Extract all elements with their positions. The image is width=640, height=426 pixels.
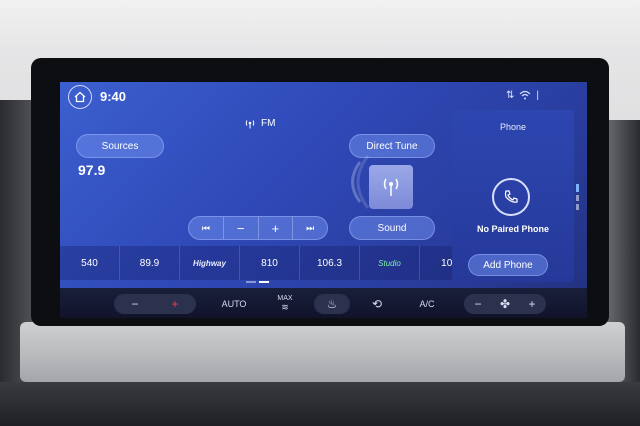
phone-panel: Phone No Paired Phone Add Phone — [452, 110, 574, 282]
sources-button[interactable]: Sources — [76, 134, 164, 158]
status-bar: 9:40 ⇅ | — [60, 82, 587, 112]
band-indicator: FM — [245, 118, 275, 129]
heated-seat-icon: ♨ — [326, 297, 338, 311]
preset-page-indicator — [246, 281, 269, 283]
recirculation-button[interactable]: ⟲ — [362, 294, 392, 314]
ac-button[interactable]: A/C — [412, 294, 442, 314]
max-defrost-button[interactable]: MAX ≋ — [270, 294, 300, 314]
dashboard-trim — [20, 322, 625, 382]
fan-down-button[interactable]: − — [465, 297, 491, 311]
antenna-icon — [383, 178, 399, 196]
panel-scroll-indicator[interactable] — [576, 184, 580, 214]
seek-back-button[interactable]: ⏮ — [189, 217, 224, 239]
driver-temp-control: − + — [114, 294, 196, 314]
home-button[interactable] — [68, 85, 92, 109]
tuner-controls: ⏮ − + ⏭ — [188, 216, 328, 240]
add-phone-button[interactable]: Add Phone — [468, 254, 548, 276]
broadcast-icon — [245, 119, 255, 128]
heated-seat-button[interactable]: ♨ — [314, 294, 350, 314]
dashboard-top — [0, 0, 640, 60]
defrost-icon: ≋ — [281, 302, 289, 312]
driver-temp-up-button[interactable]: + — [155, 297, 195, 311]
signal-icon: ⇅ — [506, 90, 515, 101]
station-frequency: 97.9 — [78, 162, 106, 178]
wifi-icon — [519, 90, 531, 100]
phone-button[interactable] — [492, 178, 530, 216]
fan-speed-control: − ✤ + — [464, 294, 546, 314]
fan-up-button[interactable]: + — [519, 297, 545, 311]
tune-up-button[interactable]: + — [259, 217, 294, 239]
preset-2[interactable]: 89.9 — [120, 246, 180, 280]
auto-climate-button[interactable]: AUTO — [216, 294, 252, 314]
preset-3-logo[interactable]: Highway — [180, 246, 240, 280]
band-label: FM — [261, 118, 276, 129]
climate-bar: − + AUTO MAX ≋ ♨ ⟲ A/C − ✤ + — [60, 288, 587, 318]
status-divider: | — [536, 90, 539, 101]
preset-1[interactable]: 540 — [60, 246, 120, 280]
tune-down-button[interactable]: − — [224, 217, 259, 239]
page-dot-active — [259, 281, 269, 283]
page-dot — [246, 281, 256, 283]
seek-back-icon: ⏮ — [201, 222, 210, 233]
status-icons: ⇅ | — [506, 90, 539, 101]
phone-status: No Paired Phone — [476, 224, 549, 234]
dashboard-bottom — [0, 382, 640, 426]
recirculation-icon: ⟲ — [371, 297, 383, 311]
home-icon — [74, 91, 86, 103]
preset-6-logo[interactable]: Studio — [360, 246, 420, 280]
preset-bar: 540 89.9 Highway 810 106.3 Studio 108 — [60, 246, 480, 280]
clock: 9:40 — [100, 89, 127, 104]
driver-temp-down-button[interactable]: − — [115, 297, 155, 311]
preset-5[interactable]: 106.3 — [300, 246, 360, 280]
station-artwork — [369, 165, 413, 209]
preset-4[interactable]: 810 — [240, 246, 300, 280]
seek-forward-button[interactable]: ⏭ — [293, 217, 327, 239]
fan-icon: ✤ — [499, 297, 511, 311]
max-label: MAX — [277, 295, 293, 302]
phone-title: Phone — [499, 122, 527, 132]
infotainment-screen: 9:40 ⇅ | FM Sources Direct Tune 97.9 ⏮ −… — [60, 82, 587, 318]
phone-icon — [504, 190, 518, 203]
sound-button[interactable]: Sound — [349, 216, 435, 240]
seek-forward-icon: ⏭ — [306, 222, 315, 233]
radio-waves-icon — [351, 155, 370, 209]
